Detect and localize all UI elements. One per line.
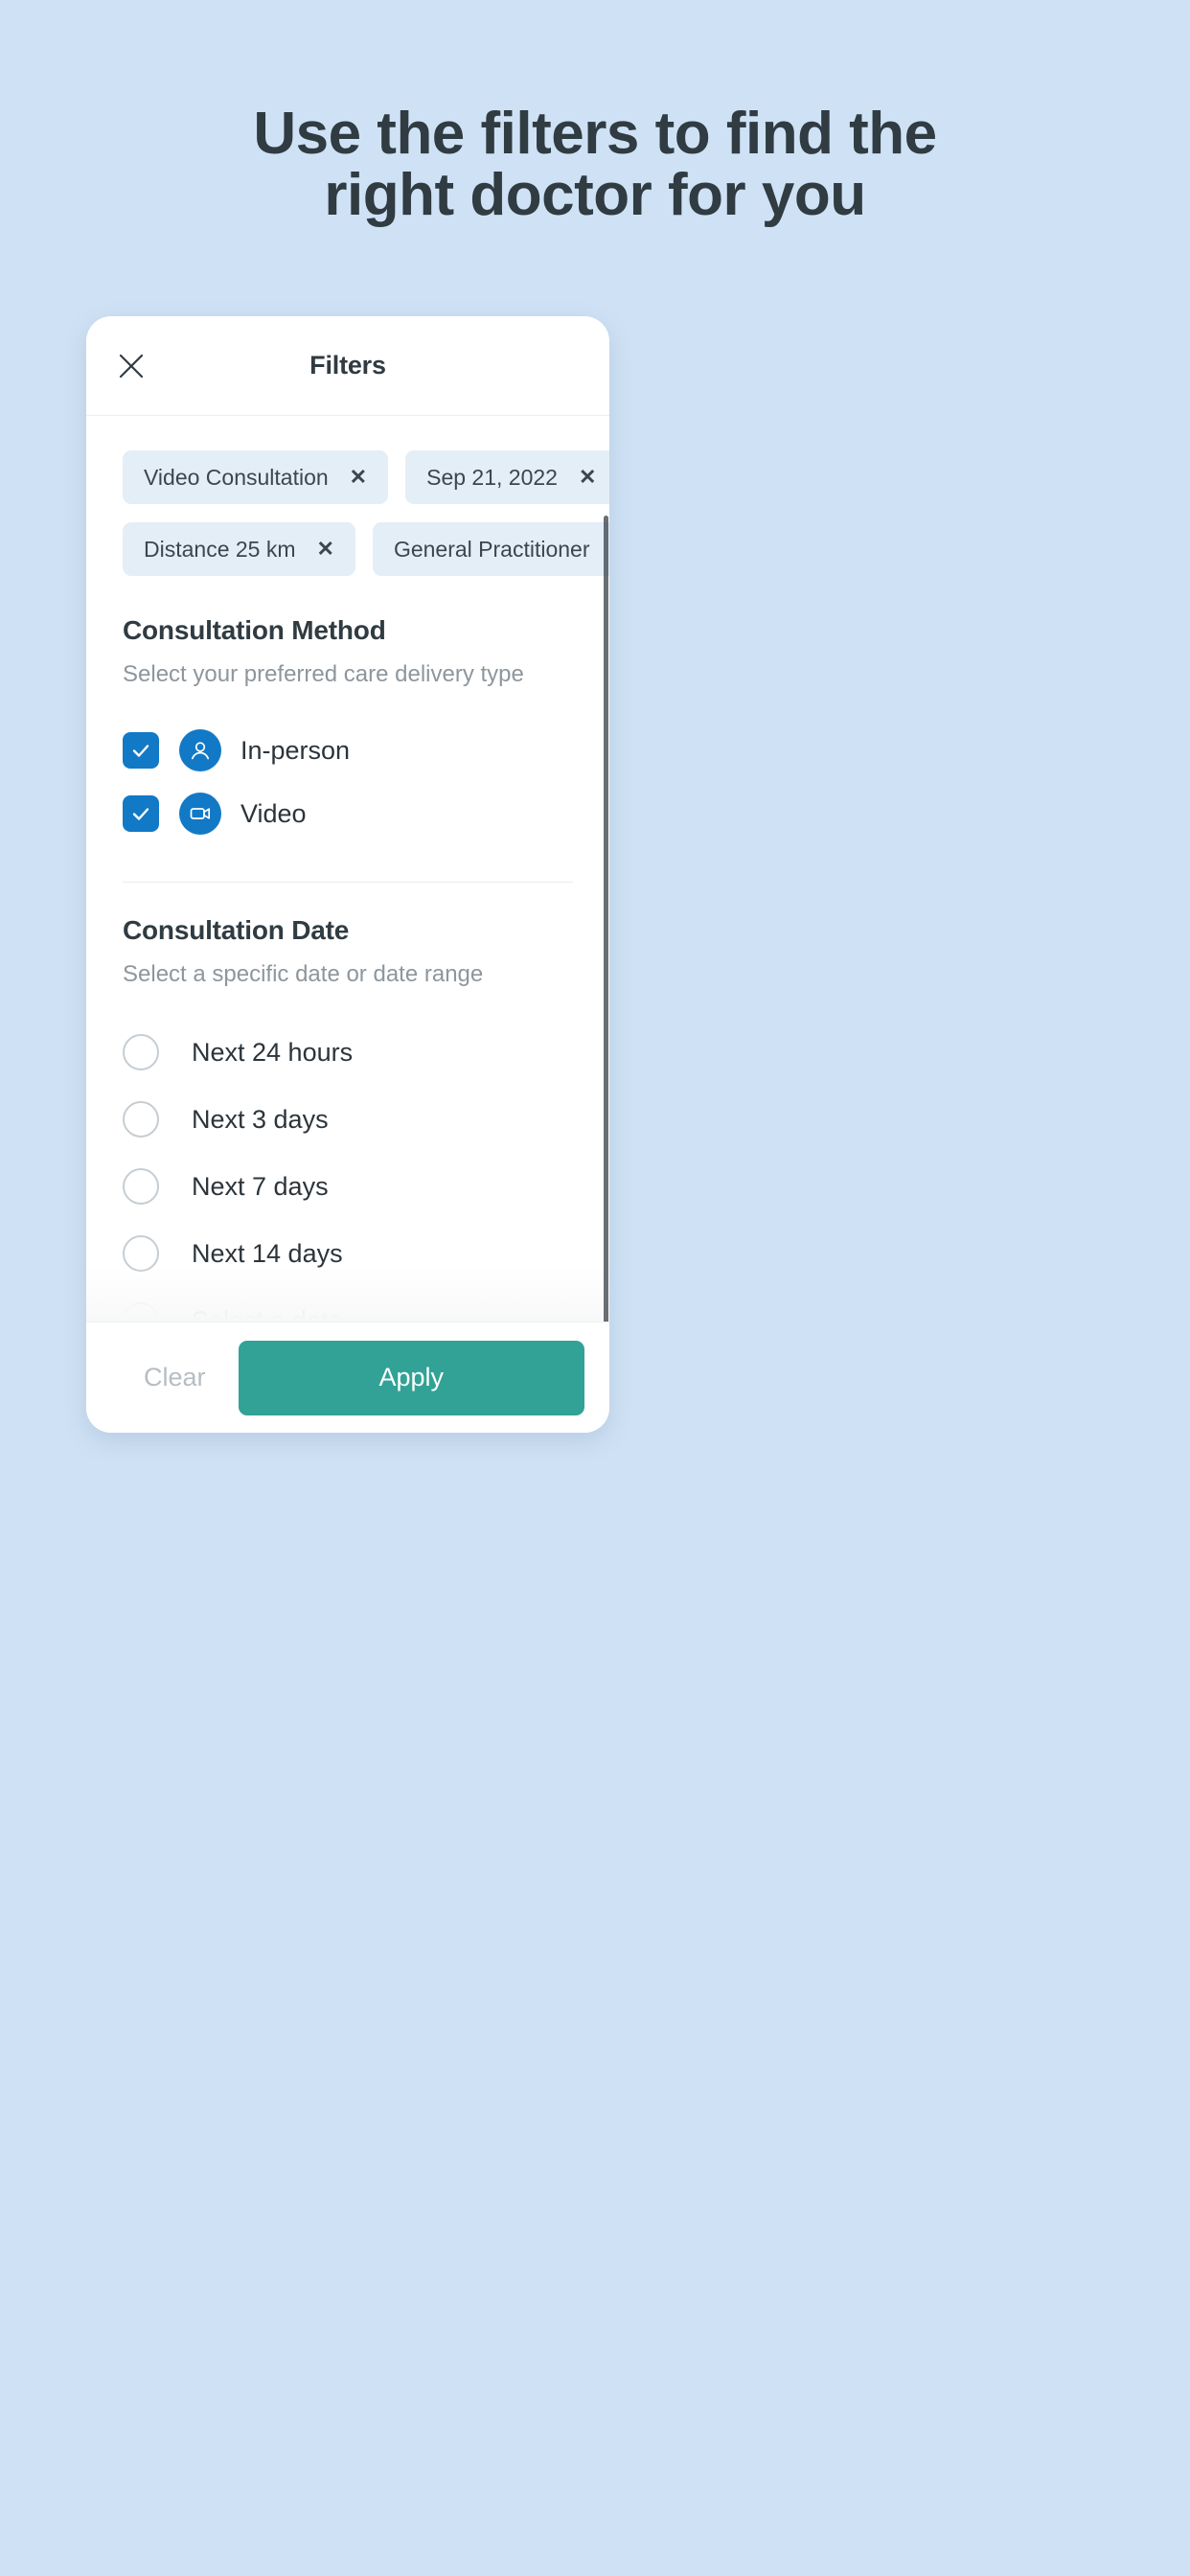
clear-button[interactable]: Clear	[111, 1363, 239, 1392]
chip-remove-icon[interactable]: ✕	[579, 467, 596, 488]
chip-remove-icon[interactable]: ✕	[317, 539, 334, 560]
section-consultation-date: Consultation Date Select a specific date…	[123, 883, 573, 1322]
radio-row-next-7-days[interactable]: Next 7 days	[123, 1153, 573, 1220]
apply-button[interactable]: Apply	[238, 1340, 584, 1415]
filters-card: Filters Video Consultation ✕ Sep 21, 202…	[86, 316, 609, 1433]
radio-next-14-days[interactable]	[123, 1235, 159, 1272]
card-title: Filters	[309, 351, 386, 380]
radio-row-next-14-days[interactable]: Next 14 days	[123, 1220, 573, 1287]
radio-label: Next 3 days	[192, 1104, 329, 1134]
page-title-line-1: Use the filters to find the	[253, 101, 937, 167]
section-consultation-method: Consultation Method Select your preferre…	[123, 594, 573, 883]
radio-row-select-a-date[interactable]: Select a date	[123, 1287, 573, 1322]
checkbox-label: Video	[240, 798, 307, 828]
video-camera-icon	[179, 793, 221, 835]
active-filter-chips: Video Consultation ✕ Sep 21, 2022 ✕ Dist…	[123, 450, 609, 576]
checkbox-row-in-person[interactable]: In-person	[123, 719, 573, 782]
card-footer: Clear Apply	[86, 1322, 609, 1433]
chip-row: Distance 25 km ✕ General Practitioner ✕	[123, 522, 609, 576]
chip-remove-icon[interactable]: ✕	[350, 467, 367, 488]
radio-label: Select a date	[192, 1305, 343, 1322]
section-title: Consultation Date	[123, 915, 350, 945]
checkbox-video[interactable]	[123, 795, 159, 832]
page-title-line-2: right doctor for you	[324, 161, 866, 228]
chip-label: General Practitioner	[393, 536, 590, 562]
person-icon	[179, 729, 221, 771]
close-icon	[117, 352, 146, 380]
radio-select-a-date[interactable]	[123, 1302, 159, 1322]
radio-label: Next 7 days	[192, 1171, 329, 1201]
vertical-scrollbar[interactable]	[604, 516, 608, 1322]
chip-label: Sep 21, 2022	[426, 464, 558, 490]
radio-next-3-days[interactable]	[123, 1101, 159, 1138]
page-title: Use the filters to find the right doctor…	[0, 104, 1190, 226]
radio-next-7-days[interactable]	[123, 1168, 159, 1205]
radio-row-next-3-days[interactable]: Next 3 days	[123, 1086, 573, 1153]
section-subtitle: Select a specific date or date range	[123, 961, 484, 987]
radio-label: Next 24 hours	[192, 1037, 354, 1067]
section-subtitle: Select your preferred care delivery type	[123, 661, 524, 687]
checkbox-in-person[interactable]	[123, 732, 159, 769]
radio-label: Next 14 days	[192, 1238, 343, 1268]
section-title: Consultation Method	[123, 615, 386, 645]
filter-chip-video-consultation[interactable]: Video Consultation ✕	[123, 450, 389, 504]
radio-row-next-24-hours[interactable]: Next 24 hours	[123, 1019, 573, 1086]
radio-next-24-hours[interactable]	[123, 1034, 159, 1070]
chip-label: Video Consultation	[144, 464, 329, 490]
filter-chip-distance[interactable]: Distance 25 km ✕	[123, 522, 355, 576]
chip-label: Distance 25 km	[144, 536, 296, 562]
chip-row: Video Consultation ✕ Sep 21, 2022 ✕	[123, 450, 609, 504]
filter-chip-date[interactable]: Sep 21, 2022 ✕	[405, 450, 609, 504]
checkbox-label: In-person	[240, 735, 351, 765]
card-header: Filters	[86, 316, 609, 416]
filter-chip-specialty[interactable]: General Practitioner ✕	[372, 522, 609, 576]
filters-scroll-area[interactable]: Video Consultation ✕ Sep 21, 2022 ✕ Dist…	[86, 416, 609, 1322]
close-button[interactable]	[111, 346, 151, 386]
checkbox-row-video[interactable]: Video	[123, 782, 573, 845]
